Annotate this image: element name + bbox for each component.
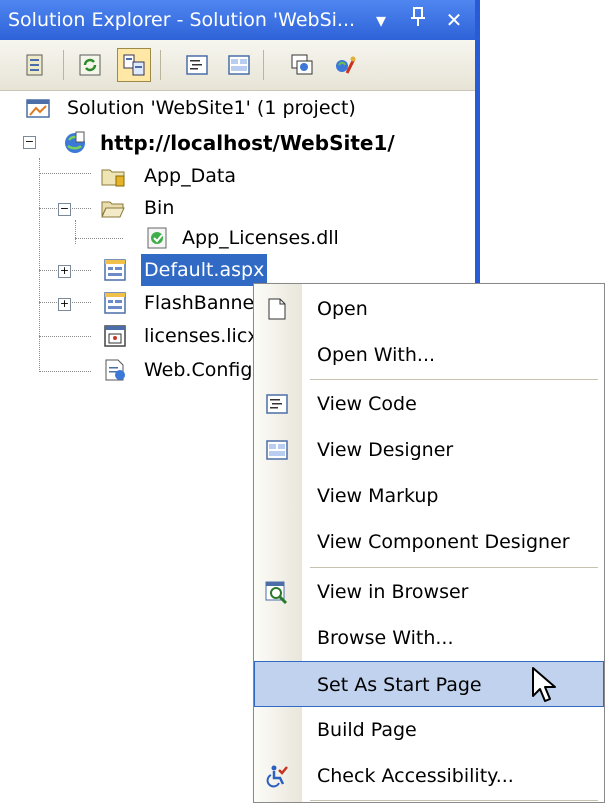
menu-item-label: View Designer <box>317 439 454 461</box>
tree-item-label: App_Data <box>144 165 236 187</box>
menu-item-label: Build Page <box>317 719 417 741</box>
menu-item-label: Open With... <box>317 344 436 366</box>
menu-separator <box>310 800 598 801</box>
view-code-icon[interactable] <box>180 48 214 82</box>
tree-connector <box>39 336 91 337</box>
assembly-icon <box>146 226 170 250</box>
accessibility-icon <box>265 764 289 788</box>
folder-icon <box>101 165 125 187</box>
menu-item-label: Set As Start Page <box>317 674 482 696</box>
properties-icon[interactable] <box>18 48 52 82</box>
web-form-icon <box>104 292 126 314</box>
menu-item-label: Check Accessibility... <box>317 765 514 787</box>
view-designer-icon[interactable] <box>222 48 256 82</box>
toolbar-separator <box>63 50 64 80</box>
menu-separator <box>310 379 598 380</box>
tree-item-label: http://localhost/WebSite1/ <box>100 131 395 155</box>
toolbar-separator <box>160 50 161 80</box>
menu-item-browse-with[interactable]: Browse With... <box>254 615 604 661</box>
menu-item-label: Browse With... <box>317 627 454 649</box>
tree-connector <box>75 238 123 239</box>
collapse-icon[interactable]: − <box>23 136 36 149</box>
mouse-cursor-icon <box>532 667 556 702</box>
nest-related-files-icon[interactable] <box>117 48 151 82</box>
window-title: Solution Explorer - Solution 'WebSi... <box>8 9 356 31</box>
toolbar-separator <box>263 50 264 80</box>
expand-icon[interactable]: + <box>58 298 71 311</box>
context-menu: Open Open With... View Code View Designe… <box>253 283 605 803</box>
menu-item-view-component-designer[interactable]: View Component Designer <box>254 519 604 565</box>
web-project-icon <box>62 130 88 156</box>
license-file-icon <box>104 325 126 347</box>
tree-item-label: Web.Config <box>144 359 253 381</box>
view-code-icon <box>265 392 289 416</box>
menu-item-label: View Markup <box>317 485 439 507</box>
tree-item-label: FlashBanne <box>144 292 255 314</box>
menu-item-label: View Code <box>317 393 417 415</box>
asp-net-configuration-icon[interactable] <box>328 48 362 82</box>
copy-web-site-icon[interactable] <box>285 48 319 82</box>
tree-connector <box>39 371 91 372</box>
config-file-icon <box>104 359 126 381</box>
refresh-icon[interactable] <box>73 48 107 82</box>
web-form-icon <box>104 259 126 281</box>
collapse-icon[interactable]: − <box>58 203 71 216</box>
tree-item-label: licenses.licx <box>144 325 259 347</box>
menu-item-label: View Component Designer <box>317 531 570 553</box>
tree-item-label: Default.aspx <box>141 254 268 286</box>
title-bar[interactable]: Solution Explorer - Solution 'WebSi... ▾… <box>0 0 475 40</box>
menu-separator <box>310 567 598 568</box>
tree-item-label: Solution 'WebSite1' (1 project) <box>67 97 356 119</box>
menu-item-view-code[interactable]: View Code <box>254 381 604 427</box>
expand-icon[interactable]: + <box>58 265 71 278</box>
pin-icon[interactable] <box>404 6 432 34</box>
tree-item-label: Bin <box>144 197 175 219</box>
menu-item-open-with[interactable]: Open With... <box>254 332 604 378</box>
tree-connector <box>75 220 76 244</box>
menu-item-view-in-browser[interactable]: View in Browser <box>254 569 604 615</box>
toolbar <box>0 40 475 91</box>
menu-item-view-markup[interactable]: View Markup <box>254 473 604 519</box>
folder-open-icon <box>101 197 125 219</box>
menu-item-label: Open <box>317 298 368 320</box>
tree-item-label: App_Licenses.dll <box>182 227 339 249</box>
open-icon <box>265 297 289 321</box>
dropdown-icon[interactable]: ▾ <box>367 6 395 34</box>
menu-item-view-designer[interactable]: View Designer <box>254 427 604 473</box>
view-designer-icon <box>265 438 289 462</box>
tree-connector <box>39 173 91 174</box>
tree-connector <box>39 158 40 372</box>
menu-item-label: View in Browser <box>317 581 469 603</box>
menu-item-build-page[interactable]: Build Page <box>254 707 604 753</box>
close-icon[interactable]: ✕ <box>440 6 468 34</box>
solution-icon <box>26 97 50 119</box>
menu-item-check-accessibility[interactable]: Check Accessibility... <box>254 753 604 799</box>
view-in-browser-icon <box>265 580 289 605</box>
menu-item-open[interactable]: Open <box>254 286 604 332</box>
